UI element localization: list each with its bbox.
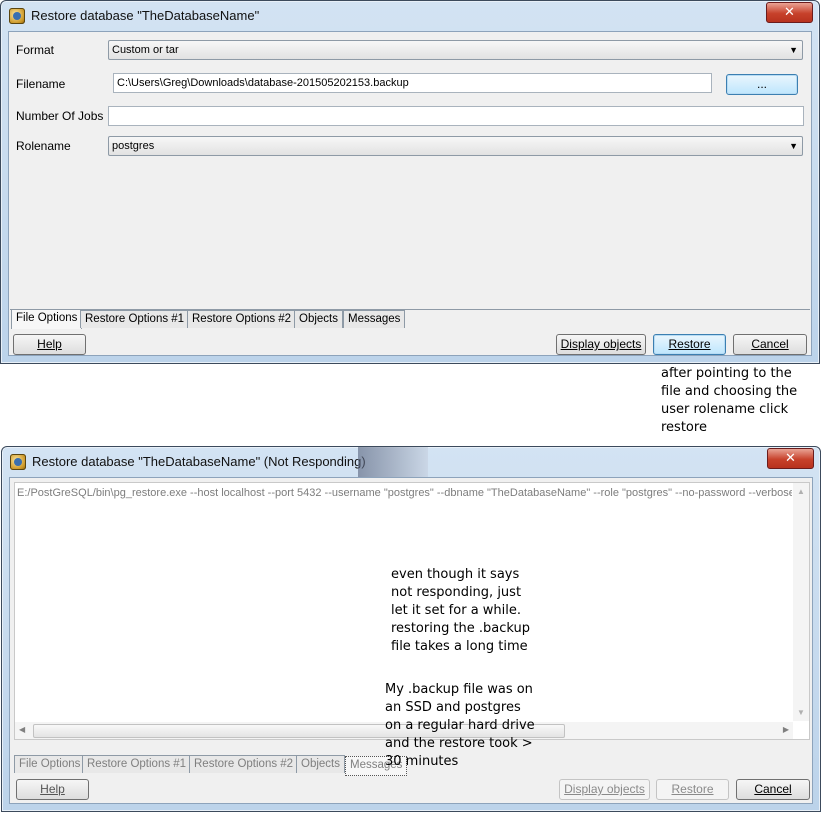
window-title: Restore database "TheDatabaseName" (Not … <box>32 454 366 469</box>
command-line-text: E:/PostGreSQL/bin\pg_restore.exe --host … <box>17 487 792 499</box>
help-button[interactable]: Help <box>16 779 89 800</box>
display-objects-button[interactable]: Display objects <box>559 779 650 800</box>
title-bar[interactable]: Restore database "TheDatabaseName" ✕ <box>1 1 819 31</box>
scroll-right-icon: ▶ <box>782 725 789 734</box>
window-title: Restore database "TheDatabaseName" <box>31 8 260 23</box>
pgadmin-app-icon <box>10 454 26 470</box>
tab-file-options[interactable]: File Options <box>11 309 83 329</box>
display-objects-button[interactable]: Display objects <box>556 334 646 355</box>
scroll-up-icon: ▲ <box>797 487 805 496</box>
dialog-client-area: Format Custom or tar ▼ Filename C:\Users… <box>8 31 812 356</box>
close-button[interactable]: ✕ <box>766 2 813 23</box>
restore-dialog: Restore database "TheDatabaseName" ✕ For… <box>0 0 820 364</box>
annotation-click-restore: after pointing to the file and choosing … <box>661 366 798 435</box>
annotation-restore-time: My .backup file was on an SSD and postgr… <box>385 682 535 769</box>
pgadmin-app-icon <box>9 8 25 24</box>
tab-file-options[interactable]: File Options <box>14 755 86 773</box>
restore-button[interactable]: Restore <box>656 779 729 800</box>
tab-restore-options-2[interactable]: Restore Options #2 <box>189 755 299 773</box>
tab-restore-options-1[interactable]: Restore Options #1 <box>80 310 190 328</box>
restore-button[interactable]: Restore <box>653 334 726 355</box>
tab-objects[interactable]: Objects <box>294 310 343 328</box>
tab-messages[interactable]: Messages <box>343 310 406 328</box>
background-photo-blur <box>358 447 428 477</box>
tab-restore-options-1[interactable]: Restore Options #1 <box>82 755 192 773</box>
scroll-down-icon: ▼ <box>797 708 805 717</box>
close-button[interactable]: ✕ <box>767 448 814 469</box>
cancel-button[interactable]: Cancel <box>733 334 807 355</box>
tab-page <box>10 32 810 310</box>
cancel-button[interactable]: Cancel <box>736 779 810 800</box>
vertical-scrollbar[interactable]: ▲ ▼ <box>793 483 809 721</box>
annotation-not-responding: even though it says not responding, just… <box>391 567 531 654</box>
help-button[interactable]: Help <box>13 334 86 355</box>
tab-restore-options-2[interactable]: Restore Options #2 <box>187 310 297 328</box>
scroll-left-icon: ◀ <box>19 725 26 734</box>
title-bar[interactable]: Restore database "TheDatabaseName" (Not … <box>2 447 820 477</box>
tab-objects[interactable]: Objects <box>296 755 345 773</box>
